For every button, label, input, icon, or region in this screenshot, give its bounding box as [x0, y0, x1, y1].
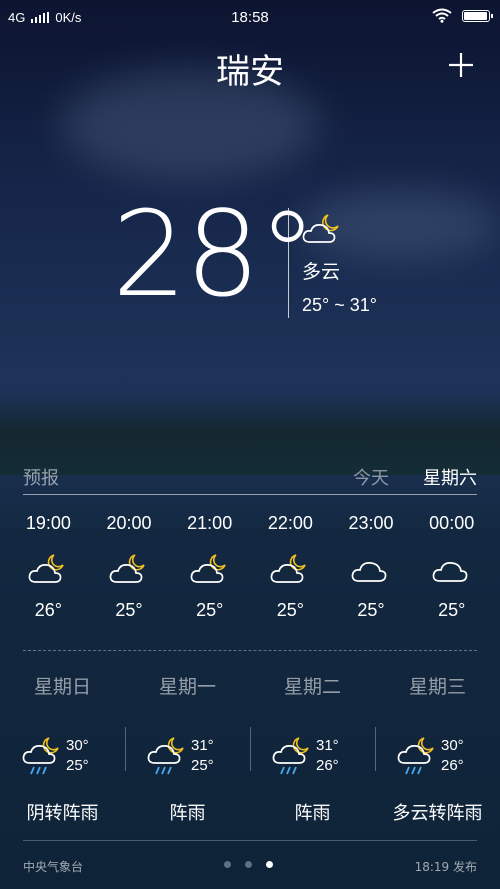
page-dot[interactable]	[224, 861, 231, 868]
city-name: 瑞安	[216, 52, 284, 92]
day-name: 星期三	[408, 676, 466, 698]
day-high: 30°	[66, 737, 89, 754]
day-condition: 阵雨	[169, 803, 206, 824]
battery-icon	[462, 9, 493, 22]
day-high: 31°	[316, 737, 339, 754]
hour-temp: 26°	[34, 600, 62, 620]
plus-icon	[449, 53, 473, 77]
day-low: 26°	[441, 757, 464, 774]
cloud-moon-icon	[302, 214, 339, 243]
wifi-icon	[432, 8, 452, 23]
hour-time: 22:00	[267, 513, 313, 533]
rain-moon-icon	[397, 737, 434, 775]
day-low: 25°	[66, 757, 89, 774]
hour-temp: 25°	[115, 600, 143, 620]
page-indicator[interactable]	[224, 861, 273, 868]
section-divider	[23, 650, 477, 651]
hourly-item: 22:00 25°	[250, 513, 331, 621]
hourly-item: 21:00 25°	[169, 513, 250, 621]
rain-moon-icon	[272, 737, 309, 775]
cloud-moon-icon	[190, 554, 226, 583]
hourly-item: 19:00 26°	[8, 513, 89, 621]
day-name: 星期日	[33, 676, 91, 698]
cloud-icon	[432, 562, 468, 582]
status-bar: 4G 0K/s 18:58	[0, 0, 500, 34]
cloud-moon-icon	[270, 554, 307, 583]
hourly-item: 00:00 25°	[411, 513, 492, 621]
page-dot[interactable]	[245, 861, 252, 868]
hour-time: 20:00	[106, 513, 152, 533]
current-condition: 多云	[302, 261, 341, 283]
day-separator	[375, 727, 376, 771]
daily-item: 星期三 30° 26° 多云转阵雨	[375, 672, 500, 825]
hourly-item: 20:00 25°	[89, 513, 170, 621]
hour-time: 23:00	[348, 513, 394, 533]
current-range: 25° ~ 31°	[302, 295, 377, 315]
tab-today[interactable]: 今天	[353, 464, 389, 490]
footer-divider	[23, 840, 477, 841]
daily-item: 星期日 30° 25° 阴转阵雨	[0, 672, 125, 825]
publish-time: 18:19 发布	[414, 860, 477, 874]
day-high: 30°	[441, 737, 464, 754]
hour-temp: 25°	[196, 600, 224, 620]
rain-moon-icon	[147, 737, 184, 775]
day-low: 25°	[191, 757, 214, 774]
hour-time: 00:00	[429, 513, 475, 533]
status-time: 18:58	[231, 9, 269, 26]
daily-item: 星期一 31° 25° 阵雨	[125, 672, 250, 825]
hour-time: 19:00	[25, 513, 71, 533]
cloud-icon	[351, 562, 387, 582]
hour-temp: 25°	[357, 600, 385, 620]
day-name: 星期一	[158, 676, 216, 698]
tab-weekday[interactable]: 星期六	[423, 464, 477, 490]
page-dot[interactable]	[266, 861, 273, 868]
add-city-button[interactable]	[448, 48, 474, 84]
day-condition: 阴转阵雨	[26, 803, 99, 824]
forecast-label: 预报	[23, 468, 59, 489]
hourly-forecast: 19:00 26° 20:00 25° 21:00 25° 22:00 25° …	[8, 513, 492, 621]
cloud-moon-icon	[109, 554, 145, 583]
day-condition: 多云转阵雨	[392, 803, 483, 824]
daily-item: 星期二 31° 26° 阵雨	[250, 672, 375, 825]
day-low: 26°	[316, 757, 339, 774]
hour-temp: 25°	[276, 600, 304, 620]
current-divider	[288, 208, 289, 318]
current-temperature: 28°	[112, 185, 317, 323]
day-separator	[125, 727, 126, 771]
forecast-header: 预报 今天 星期六	[23, 464, 477, 495]
day-high: 31°	[191, 737, 214, 754]
battery-fill	[464, 11, 487, 20]
data-source: 中央气象台	[23, 860, 84, 874]
day-separator	[250, 727, 251, 771]
day-name: 星期二	[283, 676, 341, 698]
day-condition: 阵雨	[294, 803, 331, 824]
hour-time: 21:00	[187, 513, 233, 533]
hour-temp: 25°	[438, 600, 466, 620]
hourly-item: 23:00 25°	[331, 513, 412, 621]
cloud-moon-icon	[28, 554, 65, 583]
background-treeline	[0, 395, 500, 475]
rain-moon-icon	[22, 737, 59, 775]
